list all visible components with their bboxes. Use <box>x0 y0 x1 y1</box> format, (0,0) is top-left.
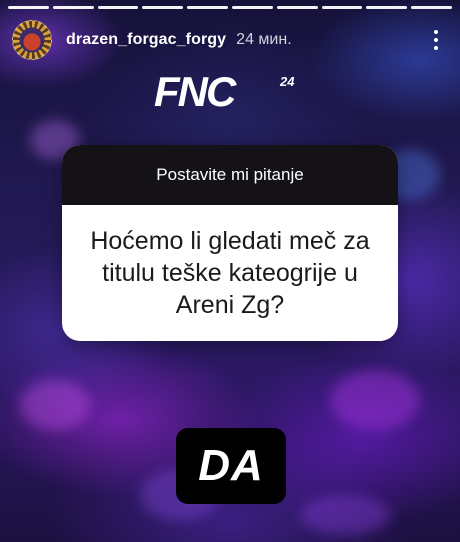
answer-sticker: DA <box>176 428 286 504</box>
progress-segment <box>142 6 184 9</box>
progress-segment <box>411 6 452 9</box>
logo-superscript: 24 <box>279 74 295 89</box>
story-header: drazen_forgac_forgy 24 мин. <box>12 18 448 62</box>
progress-segment <box>231 6 273 9</box>
question-sticker-header: Postavite mi pitanje <box>62 145 398 205</box>
progress-segment <box>187 6 228 9</box>
progress-segment <box>8 6 49 9</box>
more-options-button[interactable] <box>424 25 448 55</box>
progress-segment <box>276 6 318 9</box>
post-time: 24 мин. <box>236 31 292 48</box>
fnc24-logo: FNC 24 <box>154 68 295 112</box>
progress-segment <box>52 6 94 9</box>
username[interactable]: drazen_forgac_forgy <box>66 31 226 49</box>
more-vertical-icon <box>434 30 438 34</box>
more-vertical-icon-dot <box>434 46 438 50</box>
progress-segment <box>366 6 408 9</box>
avatar[interactable] <box>12 20 52 60</box>
more-vertical-icon-dot <box>434 38 438 42</box>
progress-segment <box>321 6 363 9</box>
story-progress-bar <box>8 6 452 9</box>
question-text: Hoćemo li gledati meč za titulu teške ka… <box>90 227 370 319</box>
answer-text: DA <box>198 441 264 490</box>
question-sticker[interactable]: Postavite mi pitanje Hoćemo li gledati m… <box>62 145 398 341</box>
progress-segment <box>97 6 139 9</box>
logo-text: FNC <box>154 68 237 112</box>
